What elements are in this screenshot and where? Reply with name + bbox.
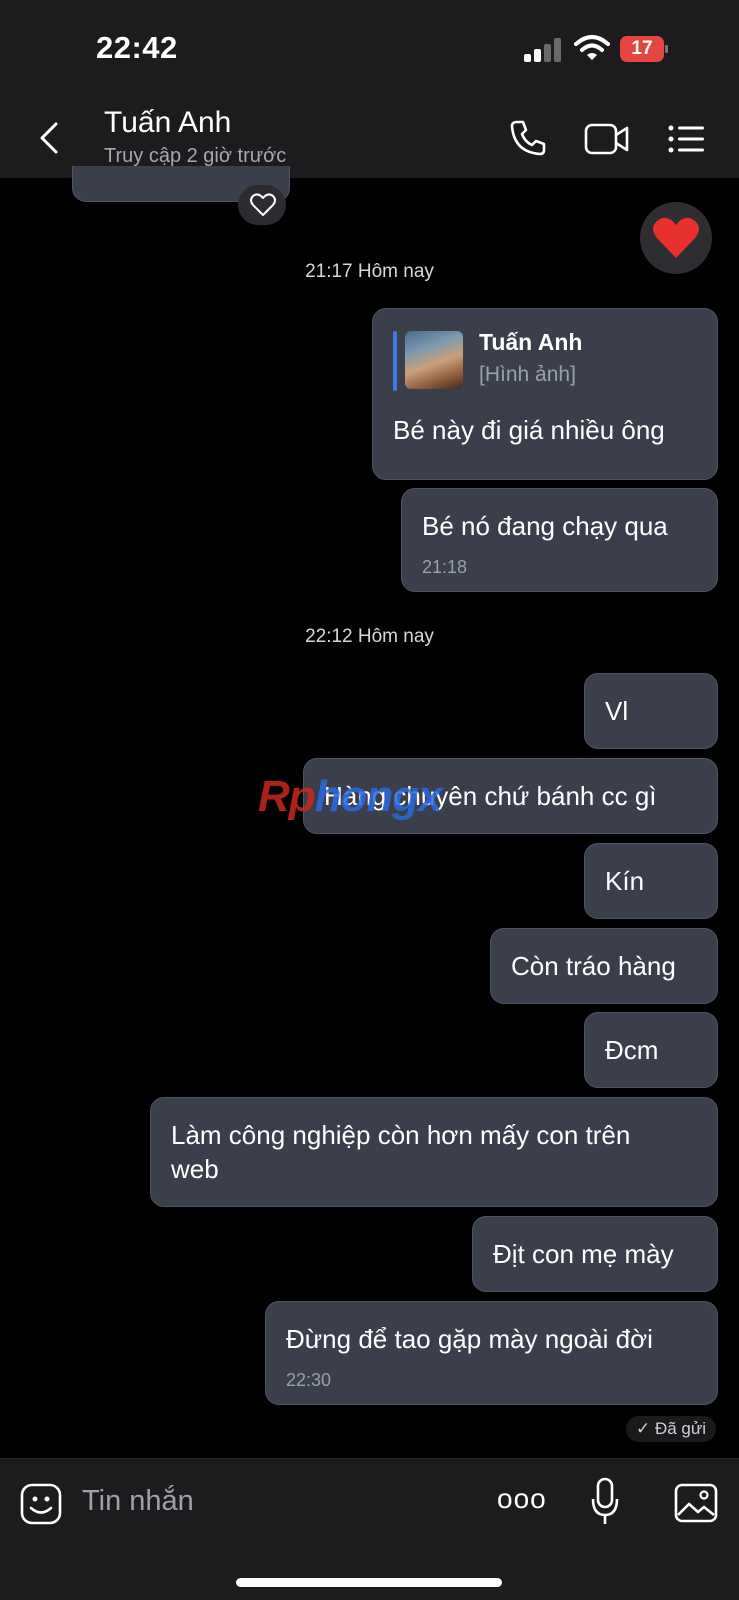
message-text: Vl bbox=[605, 696, 629, 726]
battery-level: 17 bbox=[631, 38, 653, 59]
message-text: Còn tráo hàng bbox=[511, 951, 676, 981]
message-input[interactable]: Tin nhắn bbox=[82, 1485, 194, 1518]
quoted-image-thumbnail[interactable] bbox=[405, 331, 463, 389]
reply-message-bubble[interactable]: Tuấn Anh [Hình ảnh] Bé này đi giá nhiều … bbox=[372, 308, 718, 480]
menu-icon[interactable] bbox=[668, 124, 706, 154]
watermark-part: hongx bbox=[314, 772, 443, 821]
message-time: 22:30 bbox=[286, 1370, 332, 1390]
watermark-part: Rp bbox=[258, 772, 316, 821]
date-divider: 22:12 Hôm nay bbox=[305, 626, 434, 647]
sent-status: ✓ Đã gửi bbox=[626, 1416, 717, 1442]
date-divider: 21:17 Hôm nay bbox=[305, 261, 434, 282]
wifi-icon bbox=[574, 35, 610, 60]
heart-outline-icon bbox=[250, 193, 276, 216]
watermark: Rphongx bbox=[258, 772, 443, 822]
contact-name[interactable]: Tuấn Anh bbox=[104, 106, 231, 140]
heart-icon bbox=[653, 217, 699, 258]
message-text: Đcm bbox=[605, 1035, 659, 1065]
top-bar: 22:42 17 Tuấn Anh Truy cập 2 giờ trước bbox=[0, 0, 739, 178]
message-bubble[interactable]: Kín bbox=[584, 843, 718, 919]
message-bubble[interactable]: Đcm bbox=[584, 1012, 718, 1088]
message-bubble[interactable]: Bé nó đang chạy qua 21:18 bbox=[401, 488, 718, 592]
quote-accent bbox=[393, 331, 397, 391]
message-text: Đừng để tao gặp mày ngoài đời bbox=[286, 1324, 653, 1354]
battery-icon: 17 bbox=[620, 36, 668, 62]
message-text-line: Làm công nghiệp còn hơn mấy con trên bbox=[171, 1120, 631, 1150]
contact-status: Truy cập 2 giờ trước bbox=[104, 145, 287, 167]
message-text-line: web bbox=[171, 1154, 219, 1184]
back-icon[interactable] bbox=[36, 118, 64, 158]
message-text: Bé nó đang chạy qua bbox=[422, 511, 668, 541]
phone-icon[interactable] bbox=[508, 118, 548, 158]
home-indicator[interactable] bbox=[236, 1578, 502, 1587]
message-bubble[interactable]: Còn tráo hàng bbox=[490, 928, 718, 1004]
react-heart-button[interactable] bbox=[238, 185, 286, 225]
message-text: Bé này đi giá nhiều ông bbox=[393, 415, 665, 445]
message-text: Kín bbox=[605, 866, 645, 896]
microphone-icon[interactable] bbox=[590, 1477, 620, 1527]
message-bubble[interactable]: Vl bbox=[584, 673, 718, 749]
more-icon[interactable]: ooo bbox=[497, 1483, 547, 1515]
message-bubble[interactable]: Làm công nghiệp còn hơn mấy con trên web bbox=[150, 1097, 718, 1207]
message-text: Địt con mẹ mày bbox=[493, 1239, 674, 1269]
quote-type: [Hình ảnh] bbox=[479, 363, 576, 386]
video-call-icon[interactable] bbox=[584, 122, 630, 156]
message-bubble[interactable]: Đừng để tao gặp mày ngoài đời 22:30 bbox=[265, 1301, 718, 1405]
image-icon[interactable] bbox=[674, 1483, 718, 1523]
message-time: 21:18 bbox=[422, 557, 468, 577]
quote-author: Tuấn Anh bbox=[479, 329, 583, 355]
cellular-signal-icon bbox=[524, 38, 562, 62]
sticker-icon[interactable] bbox=[20, 1483, 62, 1525]
status-time: 22:42 bbox=[96, 30, 178, 65]
message-bubble[interactable]: Địt con mẹ mày bbox=[472, 1216, 718, 1292]
